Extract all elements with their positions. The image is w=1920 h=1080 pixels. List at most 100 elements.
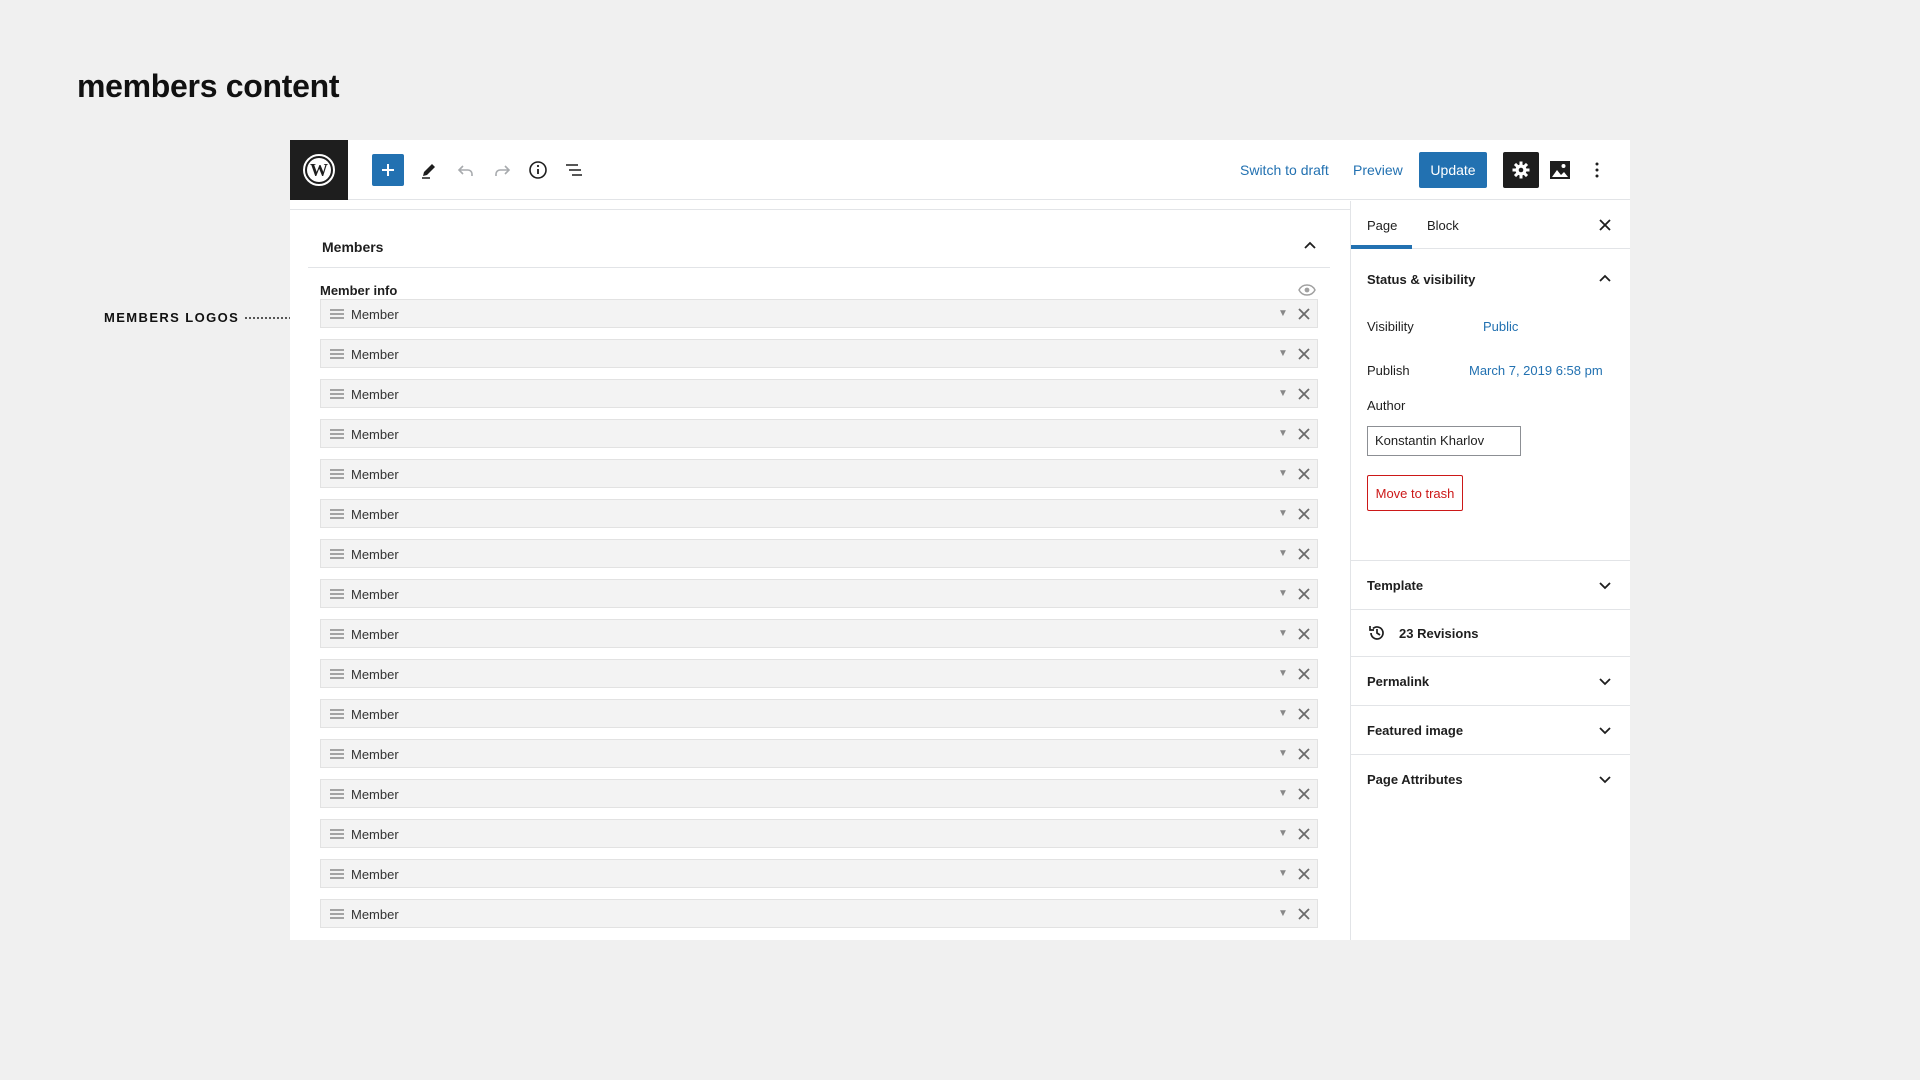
revisions-link[interactable]: 23 Revisions <box>1399 626 1479 641</box>
member-row[interactable]: Member ▼ <box>320 339 1318 368</box>
remove-icon[interactable] <box>1297 347 1311 361</box>
close-icon[interactable] <box>1597 217 1613 233</box>
switch-to-draft-link[interactable]: Switch to draft <box>1240 162 1329 178</box>
image-icon[interactable] <box>1545 155 1575 185</box>
remove-icon[interactable] <box>1297 507 1311 521</box>
status-visibility-title[interactable]: Status & visibility <box>1367 272 1475 287</box>
drag-handle-icon[interactable] <box>330 709 344 719</box>
remove-icon[interactable] <box>1297 547 1311 561</box>
drag-handle-icon[interactable] <box>330 469 344 479</box>
remove-icon[interactable] <box>1297 907 1311 921</box>
list-view-icon[interactable] <box>559 155 589 185</box>
chevron-down-icon[interactable] <box>1597 771 1613 787</box>
remove-icon[interactable] <box>1297 787 1311 801</box>
member-row[interactable]: Member ▼ <box>320 819 1318 848</box>
page-attributes-section[interactable]: Page Attributes <box>1351 755 1630 804</box>
member-row[interactable]: Member ▼ <box>320 419 1318 448</box>
move-to-trash-button[interactable]: Move to trash <box>1367 475 1463 511</box>
caret-down-icon[interactable]: ▼ <box>1278 668 1288 680</box>
remove-icon[interactable] <box>1297 427 1311 441</box>
visibility-value-link[interactable]: Public <box>1483 319 1518 334</box>
drag-handle-icon[interactable] <box>330 509 344 519</box>
member-row[interactable]: Member ▼ <box>320 379 1318 408</box>
caret-down-icon[interactable]: ▼ <box>1278 508 1288 520</box>
remove-icon[interactable] <box>1297 587 1311 601</box>
member-row[interactable]: Member ▼ <box>320 499 1318 528</box>
caret-down-icon[interactable]: ▼ <box>1278 828 1288 840</box>
tab-page[interactable]: Page <box>1367 218 1397 233</box>
wordpress-logo-icon[interactable]: W <box>290 140 348 200</box>
remove-icon[interactable] <box>1297 747 1311 761</box>
tab-block[interactable]: Block <box>1427 218 1459 233</box>
gear-icon[interactable] <box>1503 152 1539 188</box>
drag-handle-icon[interactable] <box>330 389 344 399</box>
permalink-section[interactable]: Permalink <box>1351 657 1630 706</box>
caret-down-icon[interactable]: ▼ <box>1278 748 1288 760</box>
drag-handle-icon[interactable] <box>330 789 344 799</box>
drag-handle-icon[interactable] <box>330 429 344 439</box>
drag-handle-icon[interactable] <box>330 749 344 759</box>
chevron-down-icon[interactable] <box>1597 673 1613 689</box>
caret-down-icon[interactable]: ▼ <box>1278 908 1288 920</box>
member-row[interactable]: Member ▼ <box>320 859 1318 888</box>
remove-icon[interactable] <box>1297 827 1311 841</box>
caret-down-icon[interactable]: ▼ <box>1278 308 1288 320</box>
remove-icon[interactable] <box>1297 707 1311 721</box>
caret-down-icon[interactable]: ▼ <box>1278 428 1288 440</box>
caret-down-icon[interactable]: ▼ <box>1278 468 1288 480</box>
member-row[interactable]: Member ▼ <box>320 739 1318 768</box>
template-section[interactable]: Template <box>1351 561 1630 610</box>
drag-handle-icon[interactable] <box>330 869 344 879</box>
chevron-up-icon[interactable] <box>1597 271 1613 287</box>
member-row[interactable]: Member ▼ <box>320 579 1318 608</box>
update-button[interactable]: Update <box>1419 152 1487 188</box>
drag-handle-icon[interactable] <box>330 549 344 559</box>
revisions-section[interactable]: 23 Revisions <box>1351 610 1630 657</box>
author-select[interactable]: Konstantin Kharlov <box>1367 426 1521 456</box>
remove-icon[interactable] <box>1297 467 1311 481</box>
remove-icon[interactable] <box>1297 667 1311 681</box>
chevron-up-icon[interactable] <box>1302 238 1318 254</box>
drag-handle-icon[interactable] <box>330 629 344 639</box>
caret-down-icon[interactable]: ▼ <box>1278 628 1288 640</box>
caret-down-icon[interactable]: ▼ <box>1278 708 1288 720</box>
preview-link[interactable]: Preview <box>1353 162 1403 178</box>
member-row[interactable]: Member ▼ <box>320 699 1318 728</box>
caret-down-icon[interactable]: ▼ <box>1278 788 1288 800</box>
member-row[interactable]: Member ▼ <box>320 659 1318 688</box>
chevron-down-icon[interactable] <box>1597 577 1613 593</box>
featured-image-section[interactable]: Featured image <box>1351 706 1630 755</box>
drag-handle-icon[interactable] <box>330 349 344 359</box>
permalink-title: Permalink <box>1367 674 1430 689</box>
chevron-down-icon[interactable] <box>1597 722 1613 738</box>
caret-down-icon[interactable]: ▼ <box>1278 348 1288 360</box>
member-row[interactable]: Member ▼ <box>320 459 1318 488</box>
caret-down-icon[interactable]: ▼ <box>1278 388 1288 400</box>
remove-icon[interactable] <box>1297 627 1311 641</box>
publish-date-link[interactable]: March 7, 2019 6:58 pm <box>1469 363 1603 378</box>
remove-icon[interactable] <box>1297 387 1311 401</box>
remove-icon[interactable] <box>1297 867 1311 881</box>
members-panel-header[interactable]: Members <box>308 224 1330 268</box>
drag-handle-icon[interactable] <box>330 829 344 839</box>
remove-icon[interactable] <box>1297 307 1311 321</box>
caret-down-icon[interactable]: ▼ <box>1278 588 1288 600</box>
plus-icon[interactable] <box>372 154 404 186</box>
undo-icon[interactable] <box>451 155 481 185</box>
member-row[interactable]: Member ▼ <box>320 779 1318 808</box>
drag-handle-icon[interactable] <box>330 669 344 679</box>
member-row[interactable]: Member ▼ <box>320 539 1318 568</box>
member-row[interactable]: Member ▼ <box>320 619 1318 648</box>
member-row[interactable]: Member ▼ <box>320 899 1318 928</box>
drag-handle-icon[interactable] <box>330 589 344 599</box>
more-vertical-icon[interactable] <box>1582 155 1612 185</box>
eye-icon[interactable] <box>1298 283 1316 297</box>
caret-down-icon[interactable]: ▼ <box>1278 868 1288 880</box>
info-icon[interactable] <box>523 155 553 185</box>
pencil-icon[interactable] <box>414 155 444 185</box>
member-row[interactable]: Member ▼ <box>320 299 1318 328</box>
redo-icon[interactable] <box>487 155 517 185</box>
drag-handle-icon[interactable] <box>330 309 344 319</box>
drag-handle-icon[interactable] <box>330 909 344 919</box>
caret-down-icon[interactable]: ▼ <box>1278 548 1288 560</box>
